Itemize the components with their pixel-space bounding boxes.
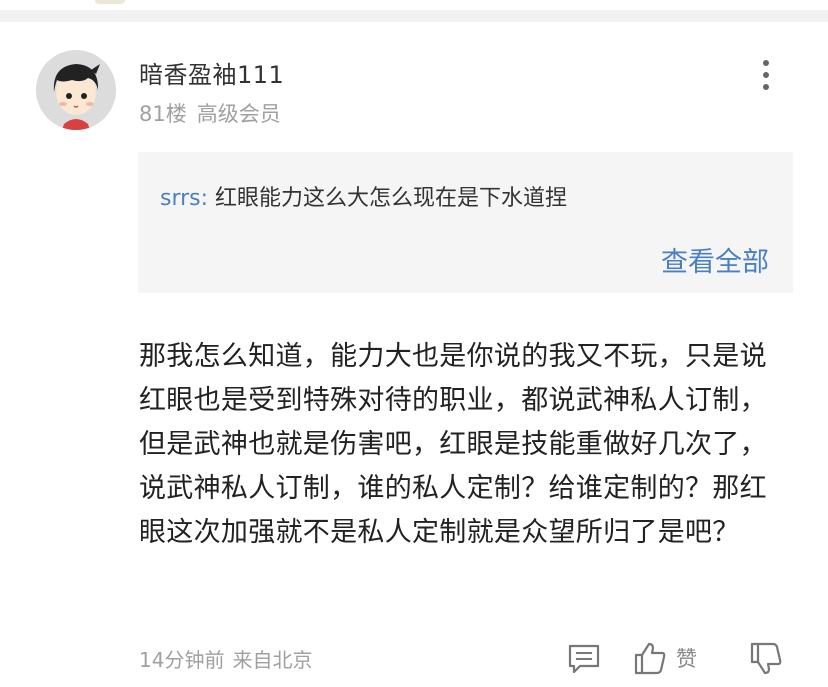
previous-item-edge	[95, 0, 125, 4]
quote-author[interactable]: srrs:	[160, 186, 208, 211]
comment-location: 来自北京	[232, 648, 313, 672]
member-level: 高级会员	[196, 102, 281, 126]
comment-time: 14分钟前	[139, 648, 225, 672]
cartoon-avatar-icon	[36, 50, 116, 130]
more-vertical-icon	[763, 60, 769, 66]
view-all-link[interactable]: 查看全部	[661, 240, 769, 279]
quote-text: 红眼能力这么大怎么现在是下水道捏	[215, 186, 568, 211]
quote-line: srrs: 红眼能力这么大怎么现在是下水道捏	[160, 180, 567, 212]
reply-comment-icon[interactable]	[566, 642, 602, 676]
like-button[interactable]: 赞	[632, 640, 697, 676]
thumbs-up-icon	[634, 642, 666, 675]
section-divider	[0, 10, 828, 22]
quoted-reply: srrs: 红眼能力这么大怎么现在是下水道捏 查看全部	[138, 152, 793, 293]
comment-footer-meta: 14分钟前 来自北京	[139, 644, 312, 673]
more-options-button[interactable]	[752, 56, 780, 94]
like-label: 赞	[676, 647, 697, 671]
username[interactable]: 暗香盈袖111	[139, 55, 284, 90]
comment-body: 那我怎么知道，能力大也是你说的我又不玩，只是说红眼也是受到特殊对待的职业，都说武…	[139, 341, 767, 548]
floor-number: 81楼	[139, 102, 187, 126]
more-dot	[763, 84, 769, 90]
avatar[interactable]	[36, 50, 116, 130]
more-dot	[763, 72, 769, 78]
thumbs-down-icon[interactable]	[748, 640, 784, 678]
user-meta: 81楼 高级会员	[139, 98, 281, 128]
